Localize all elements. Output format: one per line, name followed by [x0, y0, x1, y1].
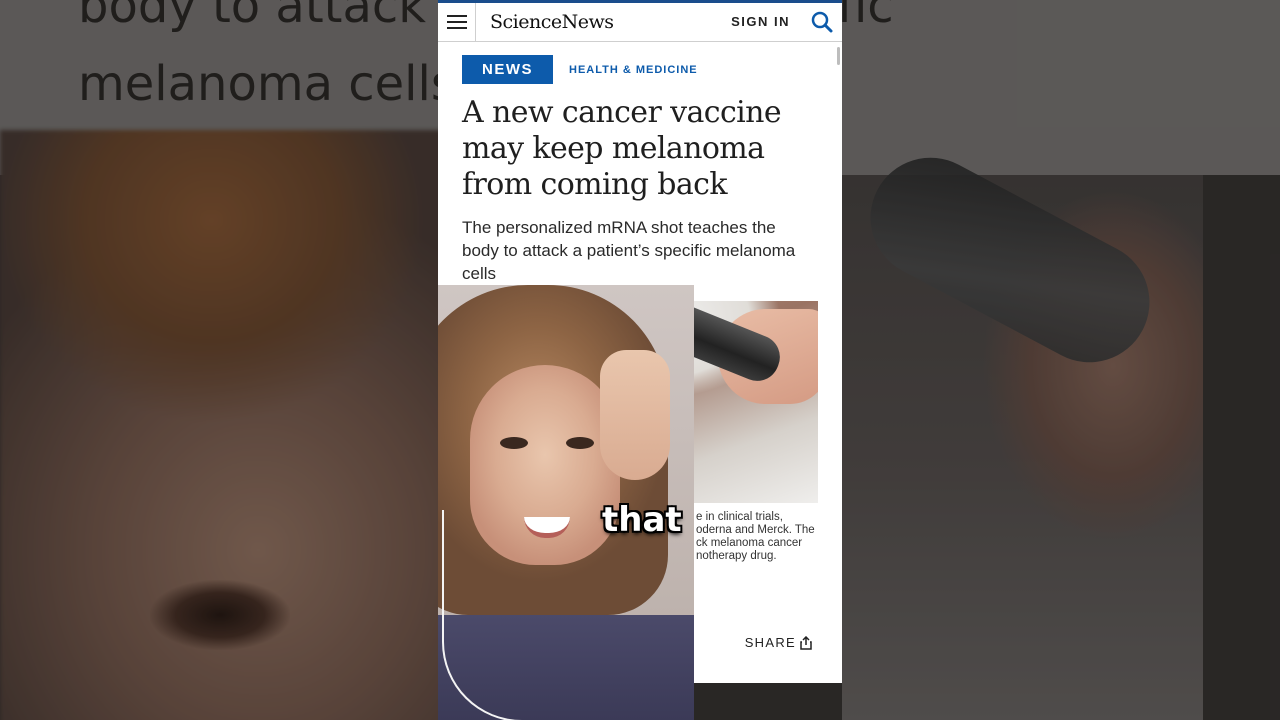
site-logo[interactable]: ScienceNews [490, 11, 614, 33]
search-icon [811, 11, 833, 33]
presenter-eye [500, 437, 528, 449]
presenter-hand [600, 350, 670, 480]
image-caption: e in clinical trials, oderna and Merck. … [696, 511, 815, 562]
category-link[interactable]: HEALTH & MEDICINE [569, 64, 698, 76]
news-badge[interactable]: NEWS [462, 55, 553, 84]
site-header: ScienceNews SIGN IN [438, 3, 842, 42]
earphone-cable [442, 510, 564, 720]
share-icon [800, 635, 812, 650]
menu-button[interactable] [438, 3, 476, 41]
share-button[interactable]: SHARE [745, 635, 812, 650]
presenter-eye [566, 437, 594, 449]
article-tags: NEWS HEALTH & MEDICINE [462, 55, 698, 84]
share-label: SHARE [744, 635, 796, 650]
hamburger-icon [446, 15, 467, 29]
search-button[interactable] [810, 10, 834, 34]
article-dek: The personalized mRNA shot teaches the b… [462, 218, 796, 283]
caption-subtitle: that [602, 500, 682, 540]
scrollbar[interactable] [837, 47, 840, 65]
sign-in-link[interactable]: SIGN IN [731, 14, 790, 29]
article-headline: A new cancer vaccine may keep melanoma f… [462, 95, 782, 202]
